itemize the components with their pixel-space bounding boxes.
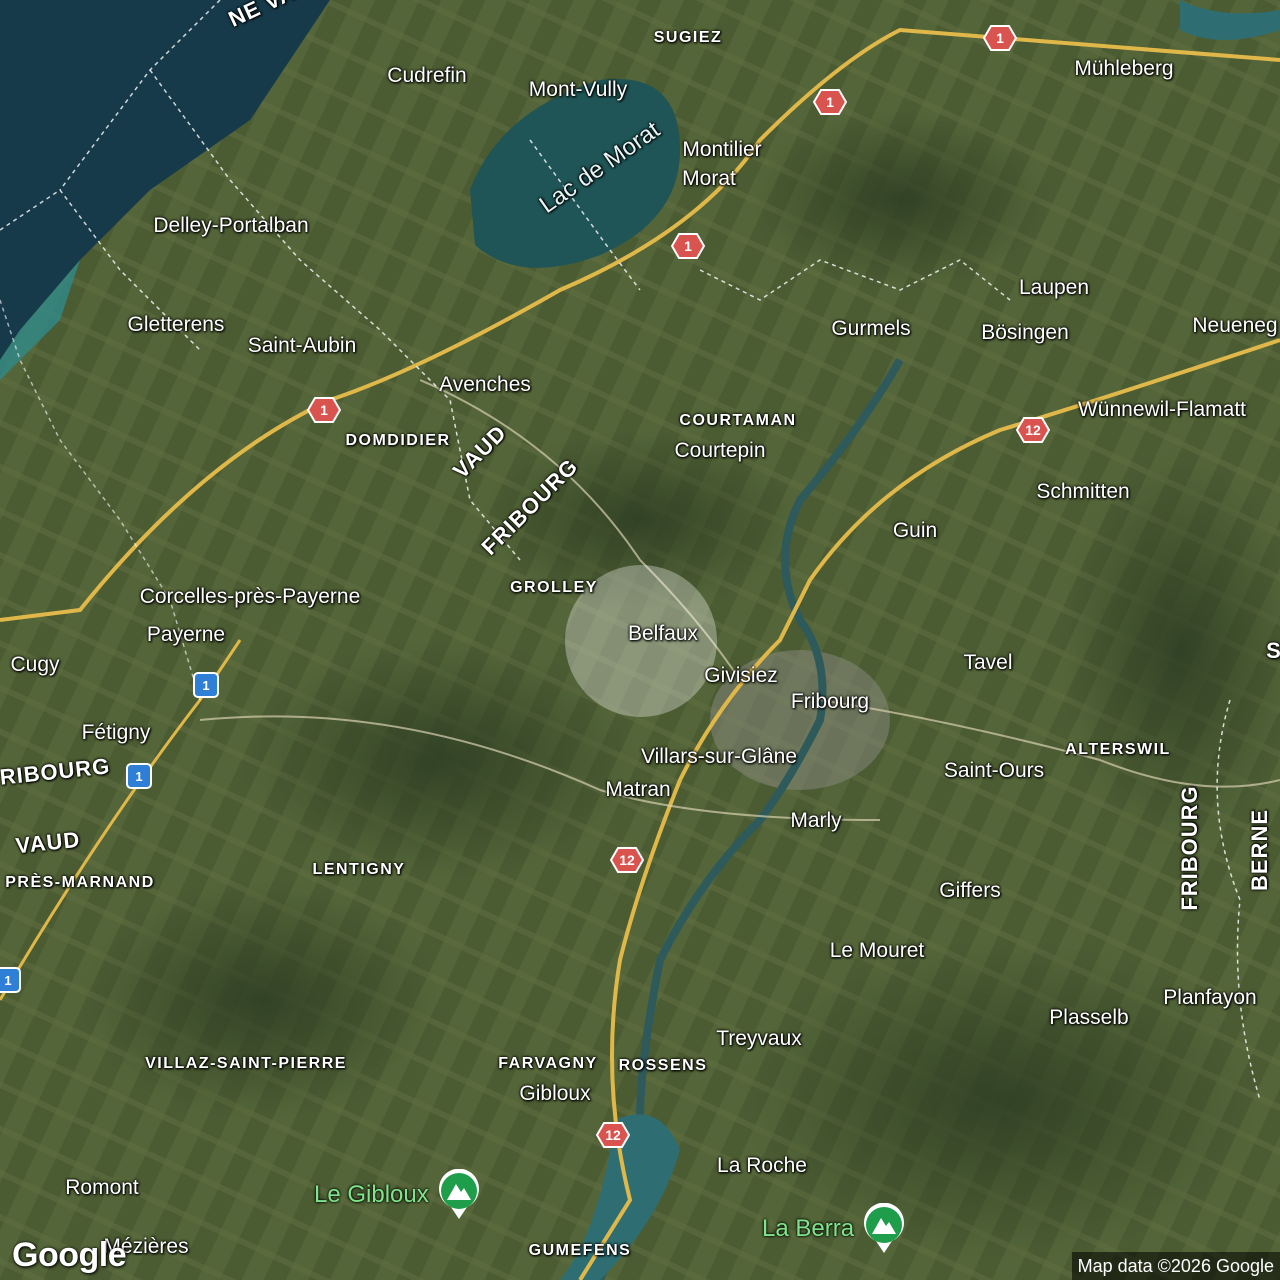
place-label-pres-marnand[interactable]: PRÈS-MARNAND [5, 874, 155, 892]
mountain-pin-icon[interactable] [862, 1202, 906, 1255]
place-label-le-mouret[interactable]: Le Mouret [830, 939, 925, 963]
place-label-grolley[interactable]: GROLLEY [510, 579, 598, 597]
peak-label[interactable]: La Berra [762, 1215, 854, 1243]
road-shield-1-icon: 1 [0, 967, 21, 993]
region-label-fribourg-3: FRIBOURG [1177, 785, 1202, 911]
place-label-neueneg[interactable]: Neueneg [1192, 314, 1277, 338]
mountain-pin-icon[interactable] [437, 1168, 481, 1221]
place-label-sugiez[interactable]: SUGIEZ [654, 29, 723, 47]
place-label-villars[interactable]: Villars-sur-Glâne [641, 745, 797, 769]
road-shield-12-icon: 12 [596, 1122, 630, 1148]
road-shield-1-icon: 1 [126, 763, 152, 789]
place-label-treyvaux[interactable]: Treyvaux [716, 1027, 802, 1051]
road-number: 12 [605, 1127, 621, 1143]
place-label-muhleberg[interactable]: Mühleberg [1074, 57, 1173, 81]
place-label-gumefens[interactable]: GUMEFENS [529, 1242, 632, 1260]
road-shield-12-icon: 12 [610, 847, 644, 873]
place-label-courtaman[interactable]: COURTAMAN [679, 412, 796, 430]
place-label-montilier[interactable]: Montilier [682, 138, 761, 162]
road-shield-1-icon: 1 [193, 672, 219, 698]
place-label-schmitten[interactable]: Schmitten [1036, 480, 1129, 504]
road-shield-12-icon: 12 [1016, 417, 1050, 443]
peak-marker-le-gibloux[interactable]: Le Gibloux [314, 1168, 481, 1221]
road-shield-1-icon: 1 [813, 89, 847, 115]
place-label-farvagny[interactable]: FARVAGNY [498, 1055, 597, 1073]
road-number: 12 [1025, 422, 1041, 438]
place-label-tavel[interactable]: Tavel [963, 651, 1012, 675]
place-label-bosingen[interactable]: Bösingen [981, 321, 1069, 345]
place-label-domdidier[interactable]: DOMDIDIER [345, 432, 450, 450]
place-label-courtepin[interactable]: Courtepin [674, 439, 765, 463]
place-label-planfayon[interactable]: Planfayon [1163, 986, 1256, 1010]
place-label-villaz[interactable]: VILLAZ-SAINT-PIERRE [145, 1055, 347, 1073]
road-number: 1 [684, 238, 692, 254]
place-label-fetigny[interactable]: Fétigny [82, 721, 151, 745]
place-label-saint-ours[interactable]: Saint-Ours [944, 759, 1044, 783]
place-label-plasselb[interactable]: Plasselb [1049, 1006, 1128, 1030]
place-label-gletterens[interactable]: Gletterens [128, 313, 225, 337]
place-label-la-roche[interactable]: La Roche [717, 1154, 807, 1178]
place-label-giffers[interactable]: Giffers [939, 879, 1000, 903]
road-number: 1 [4, 972, 12, 988]
satellite-map[interactable]: SUGIEZ Cudrefin Mont-Vully Montilier Morat Mü… [0, 0, 1280, 1280]
place-label-marly[interactable]: Marly [790, 809, 841, 833]
place-label-rossens[interactable]: ROSSENS [619, 1057, 708, 1075]
place-label-gibloux[interactable]: Gibloux [519, 1082, 590, 1106]
map-attribution[interactable]: Map data ©2026 Google [1071, 1252, 1280, 1280]
road-number: 1 [320, 402, 328, 418]
road-shield-1-icon: 1 [983, 25, 1017, 51]
road-shield-1-icon: 1 [671, 233, 705, 259]
place-label-cudrefin[interactable]: Cudrefin [387, 64, 466, 88]
place-label-corcelles[interactable]: Corcelles-près-Payerne [140, 585, 361, 609]
place-label-lentigny[interactable]: LENTIGNY [313, 861, 406, 879]
place-label-wunnewil[interactable]: Wünnewil-Flamatt [1078, 398, 1246, 422]
place-label-delley-portalban[interactable]: Delley-Portalban [153, 214, 308, 238]
peak-marker-la-berra[interactable]: La Berra [762, 1202, 906, 1255]
road-number: 1 [996, 30, 1004, 46]
place-label-mont-vully[interactable]: Mont-Vully [529, 78, 627, 102]
road-number: 1 [202, 677, 210, 693]
place-label-gurmels[interactable]: Gurmels [831, 317, 910, 341]
place-label-morat[interactable]: Morat [682, 167, 736, 191]
place-label-avenches[interactable]: Avenches [439, 373, 531, 397]
place-label-cugy[interactable]: Cugy [10, 653, 59, 677]
region-label-s-edge: S [1266, 638, 1280, 663]
place-label-belfaux[interactable]: Belfaux [628, 622, 698, 646]
region-label-berne: BERNE [1247, 808, 1272, 892]
google-logo: Google [12, 1236, 127, 1274]
road-shield-1-icon: 1 [307, 397, 341, 423]
place-label-alterswil[interactable]: ALTERSWIL [1065, 741, 1171, 759]
place-label-guin[interactable]: Guin [893, 519, 937, 543]
place-label-givisiez[interactable]: Givisiez [704, 664, 778, 688]
place-label-saint-aubin[interactable]: Saint-Aubin [248, 334, 357, 358]
place-label-fribourg-city[interactable]: Fribourg [791, 690, 869, 714]
place-label-payerne[interactable]: Payerne [147, 623, 225, 647]
road-number: 12 [619, 852, 635, 868]
road-number: 1 [135, 768, 143, 784]
place-label-laupen[interactable]: Laupen [1019, 276, 1089, 300]
place-label-matran[interactable]: Matran [605, 778, 670, 802]
place-label-romont[interactable]: Romont [65, 1176, 139, 1200]
peak-label[interactable]: Le Gibloux [314, 1181, 429, 1209]
road-number: 1 [826, 94, 834, 110]
